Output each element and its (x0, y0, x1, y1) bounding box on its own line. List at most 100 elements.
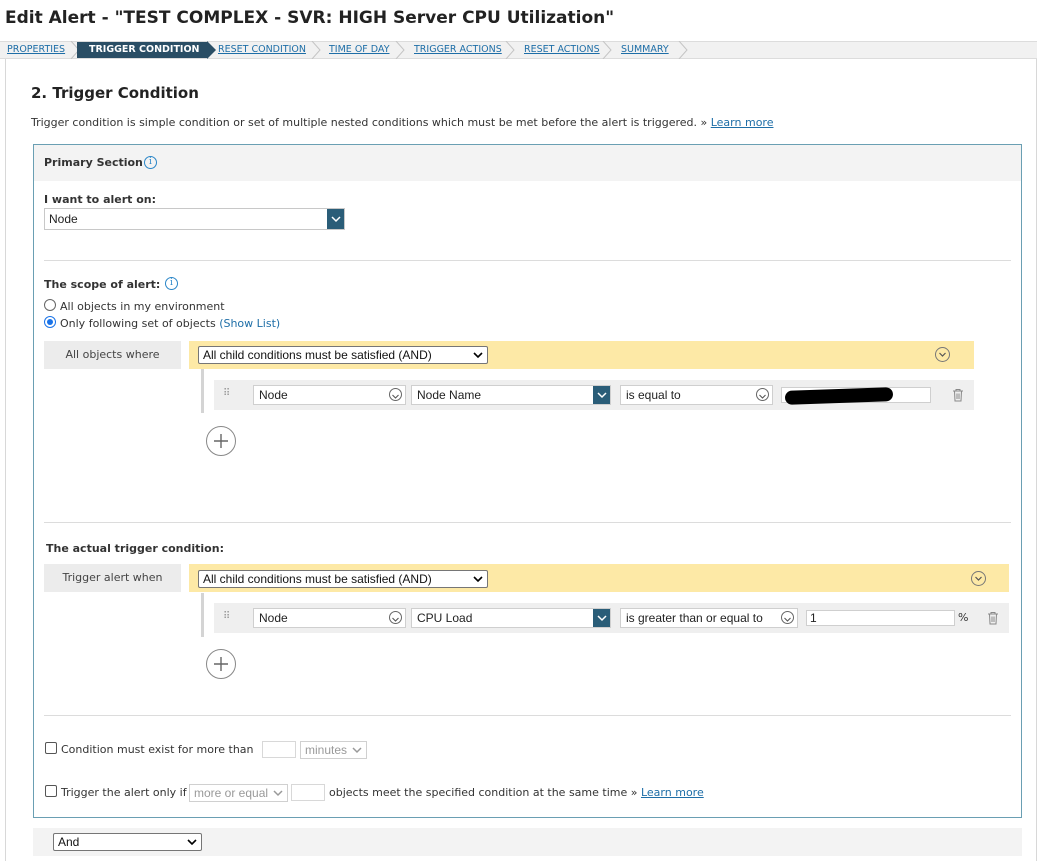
scope-label: The scope of alert: (44, 278, 161, 291)
exist-unit-select[interactable]: minutes (300, 741, 367, 759)
info-icon[interactable]: i (144, 156, 157, 169)
trigger-field-value: CPU Load (417, 611, 473, 625)
step-trigger-condition[interactable]: TRIGGER CONDITION (77, 42, 208, 58)
wizard-steps: PROPERTIES TRIGGER CONDITION RESET CONDI… (0, 41, 1037, 59)
scope-object-value: Node (259, 388, 288, 402)
scope-group-bar: All child conditions must be satisfied (… (189, 341, 974, 369)
chevron-right-icon (505, 41, 515, 59)
exist-minutes-input[interactable] (262, 741, 296, 758)
add-condition-button[interactable] (206, 426, 236, 456)
divider (44, 715, 1011, 716)
chevron-right-icon (678, 41, 688, 59)
trigger-object-value: Node (259, 611, 288, 625)
info-icon[interactable]: i (165, 277, 178, 290)
section-description: Trigger condition is simple condition or… (31, 116, 773, 129)
scope-object-select[interactable]: Node (253, 385, 406, 405)
scope-comparator-value: is equal to (626, 388, 681, 402)
only-if-suffix: objects meet the specified condition at … (329, 786, 704, 799)
group-connector (201, 369, 204, 413)
trigger-value-text: 1 (810, 611, 817, 625)
collapse-group-icon[interactable] (935, 347, 950, 362)
scope-field-select[interactable]: Node Name (411, 385, 611, 405)
page-title: Edit Alert - "TEST COMPLEX - SVR: HIGH S… (5, 8, 615, 28)
primary-section-header: Primary Section i (34, 145, 1021, 181)
plus-icon (214, 434, 228, 448)
trigger-condition-label: The actual trigger condition: (46, 542, 224, 555)
alert-on-value: Node (49, 212, 78, 226)
chevron-down-icon (473, 347, 483, 368)
chevron-down-icon (781, 611, 794, 624)
trash-icon[interactable] (987, 611, 999, 625)
chevron-down-icon (331, 216, 341, 223)
trigger-comparator-value: is greater than or equal to (626, 611, 763, 625)
trigger-value-input[interactable]: 1 (806, 610, 955, 626)
chevron-down-icon (273, 785, 283, 806)
chevron-right-icon (395, 41, 405, 59)
condition-exist-checkbox[interactable] (45, 742, 57, 754)
chevron-right-icon (602, 41, 612, 59)
only-if-select-value: more or equal (194, 786, 269, 800)
trigger-only-if-checkbox[interactable] (45, 785, 57, 797)
step-summary[interactable]: SUMMARY (621, 42, 669, 58)
drag-handle-icon[interactable]: ⠿ (223, 388, 230, 399)
trigger-comparator-select[interactable]: is greater than or equal to (620, 608, 798, 628)
chevron-right-icon (207, 41, 216, 59)
exist-unit-value: minutes (305, 743, 348, 757)
group-connector (201, 593, 204, 637)
trigger-operator-value: All child conditions must be satisfied (… (203, 572, 432, 586)
divider (44, 522, 1011, 523)
only-if-select[interactable]: more or equal (189, 784, 288, 802)
chevron-right-icon (311, 41, 321, 59)
trigger-condition-row: ⠿ Node CPU Load is greater than or equal… (214, 603, 1009, 633)
step-reset-condition[interactable]: RESET CONDITION (218, 42, 306, 58)
trigger-group-bar: All child conditions must be satisfied (… (189, 564, 1009, 592)
section-description-text: Trigger condition is simple condition or… (31, 116, 708, 129)
scope-condition-row: ⠿ Node Node Name is equal to (214, 380, 974, 410)
radio-following-objects[interactable] (44, 316, 56, 328)
drag-handle-icon[interactable]: ⠿ (223, 611, 230, 622)
learn-more-link[interactable]: Learn more (641, 786, 704, 799)
alert-on-label: I want to alert on: (44, 193, 157, 206)
radio-all-objects[interactable] (44, 299, 56, 311)
chevron-down-icon (756, 388, 769, 401)
learn-more-link[interactable]: Learn more (711, 116, 774, 129)
radio-following-objects-label: Only following set of objects (Show List… (60, 317, 280, 330)
radio-following-objects-text: Only following set of objects (60, 317, 216, 330)
step-trigger-actions[interactable]: TRIGGER ACTIONS (414, 42, 502, 58)
alert-on-select[interactable]: Node (44, 208, 345, 230)
show-list-link[interactable]: (Show List) (219, 317, 280, 330)
divider (44, 260, 1011, 261)
trigger-operator-select[interactable]: All child conditions must be satisfied (… (198, 570, 488, 588)
chevron-down-icon (352, 742, 362, 763)
scope-comparator-select[interactable]: is equal to (620, 385, 773, 405)
trash-icon[interactable] (952, 388, 964, 402)
only-if-count-input[interactable] (291, 784, 325, 801)
combiner-select[interactable]: And (53, 833, 202, 851)
scope-operator-select[interactable]: All child conditions must be satisfied (… (198, 346, 488, 364)
step-reset-actions[interactable]: RESET ACTIONS (524, 42, 600, 58)
chevron-down-icon (593, 609, 610, 627)
combiner-value: And (58, 835, 80, 849)
dropdown-button[interactable] (327, 209, 344, 229)
scope-field-value: Node Name (417, 388, 482, 402)
radio-all-objects-label: All objects in my environment (60, 300, 225, 313)
section-combiner-bar: And (33, 828, 1022, 856)
section-title: 2. Trigger Condition (31, 84, 199, 102)
scope-operator-value: All child conditions must be satisfied (… (203, 348, 432, 362)
only-if-suffix-text: objects meet the specified condition at … (329, 786, 638, 799)
unit-label: % (958, 611, 969, 624)
scope-group-label: All objects where (44, 341, 181, 369)
primary-section-title: Primary Section (44, 156, 143, 169)
trigger-only-if-label: Trigger the alert only if (61, 786, 187, 799)
chevron-down-icon (389, 611, 402, 624)
chevron-down-icon (593, 386, 610, 404)
collapse-group-icon[interactable] (971, 571, 986, 586)
chevron-down-icon (389, 388, 402, 401)
plus-icon (214, 657, 228, 671)
add-condition-button[interactable] (206, 649, 236, 679)
step-time-of-day[interactable]: TIME OF DAY (329, 42, 390, 58)
trigger-field-select[interactable]: CPU Load (411, 608, 611, 628)
trigger-object-select[interactable]: Node (253, 608, 406, 628)
step-properties[interactable]: PROPERTIES (7, 42, 65, 58)
chevron-down-icon (473, 571, 483, 592)
